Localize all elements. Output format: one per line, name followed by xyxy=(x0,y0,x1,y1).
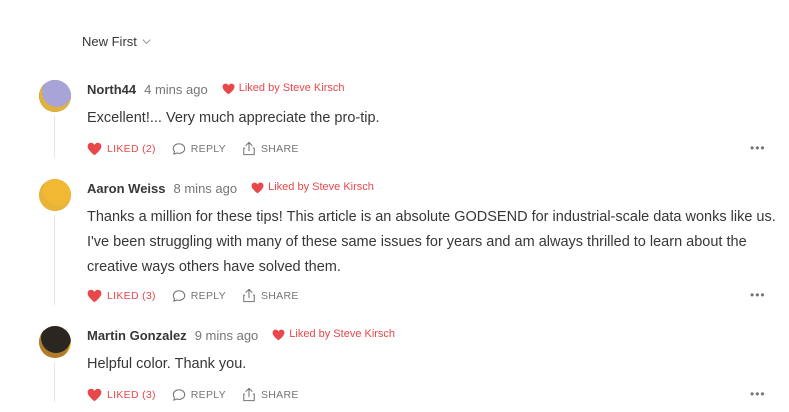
speech-bubble-icon xyxy=(172,388,186,401)
speech-bubble-icon xyxy=(172,289,186,302)
reply-button[interactable]: REPLY xyxy=(172,289,226,303)
like-label: LIKED (2) xyxy=(107,142,156,155)
reply-button[interactable]: REPLY xyxy=(172,142,226,156)
liked-by-label: Liked by Steve Kirsch xyxy=(238,82,345,94)
share-label: SHARE xyxy=(260,289,299,302)
share-icon xyxy=(243,387,255,402)
like-label: LIKED (3) xyxy=(107,289,156,302)
comment-body: Thanks a million for these tips! This ar… xyxy=(87,209,776,275)
share-icon xyxy=(243,288,255,303)
more-options-button[interactable]: ••• xyxy=(750,288,766,302)
liked-by-badge: Liked by Steve Kirsch xyxy=(222,82,345,95)
share-label: SHARE xyxy=(260,142,299,155)
heart-icon xyxy=(87,142,102,155)
comment-header: Aaron Weiss 8 mins ago Liked by Steve Ki… xyxy=(87,181,374,196)
reply-button[interactable]: REPLY xyxy=(172,388,226,402)
heart-icon xyxy=(272,329,285,341)
thread-line xyxy=(54,362,55,402)
more-options-button[interactable]: ••• xyxy=(750,387,766,401)
author-name[interactable]: Martin Gonzalez xyxy=(87,328,187,343)
comment-body: Helpful color. Thank you. xyxy=(87,356,247,372)
like-label: LIKED (3) xyxy=(107,388,156,401)
like-button[interactable]: LIKED (3) xyxy=(87,388,156,402)
liked-by-badge: Liked by Steve Kirsch xyxy=(272,328,396,341)
author-name[interactable]: Aaron Weiss xyxy=(87,181,166,196)
heart-icon xyxy=(251,182,264,194)
like-button[interactable]: LIKED (3) xyxy=(87,289,156,303)
heart-icon xyxy=(87,388,102,401)
author-name[interactable]: North44 xyxy=(87,82,136,97)
like-button[interactable]: LIKED (2) xyxy=(87,142,156,156)
comment-actions: LIKED (3) REPLY SHARE xyxy=(87,288,299,303)
avatar[interactable] xyxy=(39,179,71,211)
reply-label: REPLY xyxy=(190,388,226,401)
thread-line xyxy=(54,215,55,305)
share-button[interactable]: SHARE xyxy=(242,141,299,156)
comment-actions: LIKED (3) REPLY SHARE xyxy=(87,387,299,402)
share-button[interactable]: SHARE xyxy=(242,387,299,402)
sort-label: New First xyxy=(82,34,137,49)
comment-actions: LIKED (2) REPLY SHARE xyxy=(87,141,299,156)
liked-by-label: Liked by Steve Kirsch xyxy=(289,328,396,340)
share-icon xyxy=(243,141,255,156)
speech-bubble-icon xyxy=(172,142,186,155)
timestamp[interactable]: 9 mins ago xyxy=(195,328,259,343)
timestamp[interactable]: 8 mins ago xyxy=(174,181,238,196)
share-label: SHARE xyxy=(260,388,299,401)
heart-icon xyxy=(222,83,235,95)
avatar[interactable] xyxy=(39,80,71,112)
sort-dropdown[interactable]: New First xyxy=(82,34,152,49)
liked-by-label: Liked by Steve Kirsch xyxy=(268,181,374,193)
heart-icon xyxy=(87,289,102,302)
comment-body: Excellent!... Very much appreciate the p… xyxy=(87,110,380,126)
liked-by-badge: Liked by Steve Kirsch xyxy=(251,181,374,194)
comment-header: Martin Gonzalez 9 mins ago Liked by Stev… xyxy=(87,328,395,343)
reply-label: REPLY xyxy=(190,289,226,302)
share-button[interactable]: SHARE xyxy=(242,288,299,303)
more-options-button[interactable]: ••• xyxy=(750,141,766,155)
thread-line xyxy=(54,116,55,158)
reply-label: REPLY xyxy=(190,142,226,155)
avatar[interactable] xyxy=(39,326,71,358)
timestamp[interactable]: 4 mins ago xyxy=(144,82,208,97)
comment-header: North44 4 mins ago Liked by Steve Kirsch xyxy=(87,82,345,97)
chevron-down-icon xyxy=(142,39,151,45)
